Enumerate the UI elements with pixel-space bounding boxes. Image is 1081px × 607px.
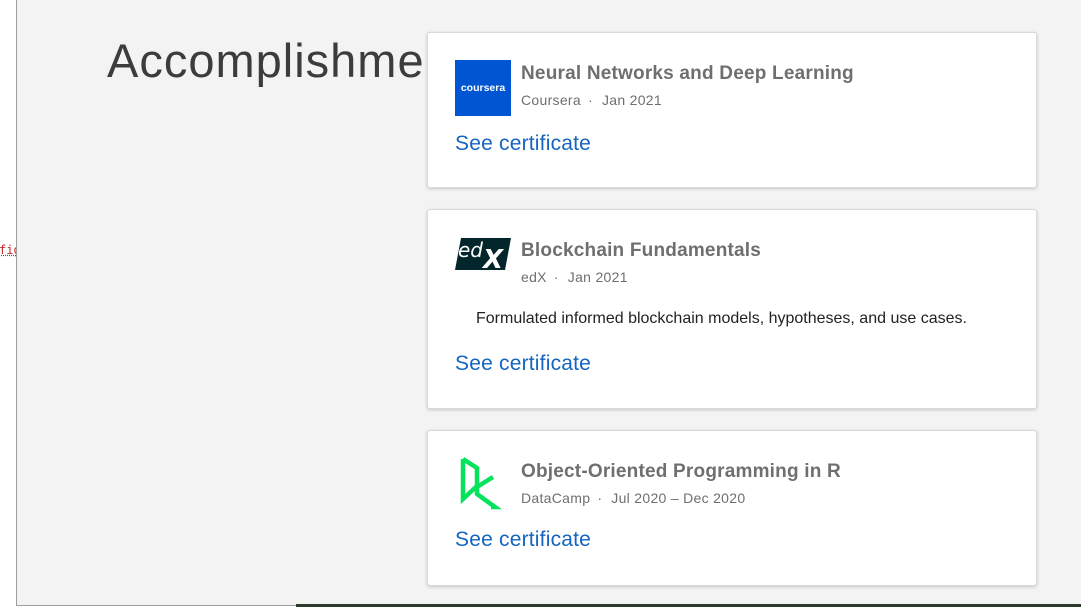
certificate-description: Formulated informed blockchain models, h… [476, 310, 967, 327]
left-pane-edge: fig [0, 0, 16, 607]
see-certificate-link[interactable]: See certificate [455, 352, 591, 376]
certificate-title: Object-Oriented Programming in R [521, 461, 841, 482]
coursera-logo-text: coursera [461, 82, 506, 94]
certificate-date: Jul 2020 – Dec 2020 [611, 490, 746, 506]
section-title: Accomplishments [107, 34, 491, 87]
certificate-title: Neural Networks and Deep Learning [521, 63, 854, 84]
certificate-card-edx: ed X Blockchain Fundamentals edX · Jan 202… [427, 209, 1037, 409]
certificate-meta: edX · Jan 2021 [521, 269, 628, 285]
certificate-card-coursera: coursera Neural Networks and Deep Learni… [427, 32, 1037, 188]
edx-logo-ed: ed [458, 238, 483, 262]
certificate-issuer: DataCamp [521, 490, 591, 506]
edx-logo: ed X [455, 238, 511, 275]
certificate-meta: DataCamp · Jul 2020 – Dec 2020 [521, 490, 745, 506]
left-pane-text-fragment: fig [0, 243, 16, 257]
meta-separator: · [587, 92, 593, 108]
certificate-date: Jan 2021 [567, 269, 628, 285]
certificate-meta: Coursera · Jan 2021 [521, 92, 662, 108]
see-certificate-link[interactable]: See certificate [455, 528, 591, 552]
certificate-card-datacamp: Object-Oriented Programming in R DataCam… [427, 430, 1037, 586]
certificate-issuer: edX [521, 269, 547, 285]
edx-logo-x: X [481, 245, 505, 275]
datacamp-logo [460, 457, 502, 510]
certificate-date: Jan 2021 [601, 92, 662, 108]
see-certificate-link[interactable]: See certificate [455, 132, 591, 156]
meta-separator: · [597, 490, 603, 506]
certificate-title: Blockchain Fundamentals [521, 240, 762, 261]
certificate-issuer: Coursera [521, 92, 581, 108]
coursera-logo: coursera [455, 60, 511, 116]
meta-separator: · [553, 269, 559, 285]
accomplishments-panel: Accomplishments coursera Neural Networks… [16, 0, 1081, 606]
